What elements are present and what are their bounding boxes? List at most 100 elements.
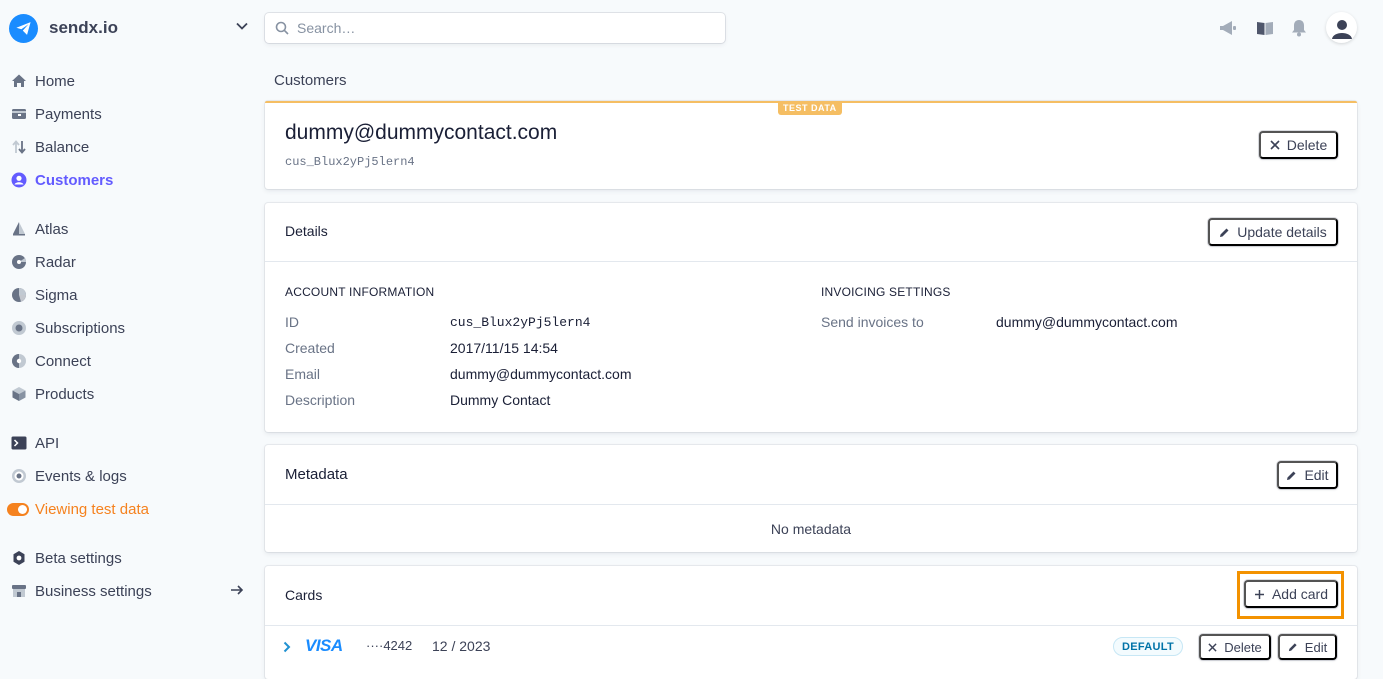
id-value: cus_Blux2yPj5lern4 [450,315,591,330]
sidebar-item-api[interactable]: API [10,431,59,455]
created-label: Created [285,340,335,356]
bell-icon[interactable] [1288,17,1310,39]
storefront-icon [10,583,27,600]
sidebar-item-label: API [35,434,60,452]
default-badge: DEFAULT [1113,637,1184,656]
sidebar-item-label: Beta settings [35,549,122,567]
metadata-card: Metadata Edit No metadata [265,445,1357,552]
search-box[interactable] [265,13,725,43]
cards-card: Cards Add card VISA ····4242 12 / 2023 D… [265,566,1357,679]
arrow-right-icon[interactable] [230,583,244,600]
delete-label: Delete [1224,639,1262,655]
radar-icon [10,254,27,271]
account-information-heading: ACCOUNT INFORMATION [285,285,435,299]
page-title: dummy@dummycontact.com [285,121,558,144]
edit-card-button[interactable]: Edit [1278,634,1337,660]
sidebar-item-subscriptions[interactable]: Subscriptions [10,316,125,340]
sidebar-item-label: Radar [35,253,76,271]
card-expiry: 12 / 2023 [432,638,491,654]
paper-plane-icon [9,13,38,43]
created-value: 2017/11/15 14:54 [450,340,558,356]
pencil-icon [1288,642,1298,652]
sidebar-item-connect[interactable]: Connect [10,349,91,373]
events-icon [10,468,27,485]
sidebar-item-home[interactable]: Home [10,69,75,93]
sidebar-item-events-logs[interactable]: Events & logs [10,464,127,488]
gear-icon [10,550,27,567]
breadcrumb[interactable]: Customers [274,72,347,89]
sidebar-item-label: Customers [35,171,114,189]
sigma-pie-icon [10,287,27,304]
id-label: ID [285,314,299,330]
sidebar-item-label: Atlas [35,220,69,238]
customer-icon [10,172,27,189]
invoicing-settings-heading: INVOICING SETTINGS [821,285,951,299]
wallet-icon [10,106,27,123]
edit-label: Edit [1304,639,1328,655]
delete-card-button[interactable]: Delete [1199,634,1271,660]
update-details-button[interactable]: Update details [1208,218,1338,246]
divider [265,261,1357,262]
customer-header-card: TEST DATA dummy@dummycontact.com cus_Blu… [265,101,1357,189]
card-last4: ····4242 [366,638,413,653]
sidebar-item-atlas[interactable]: Atlas [10,217,68,241]
email-label: Email [285,366,321,382]
chevron-down-icon [235,19,249,36]
sidebar-item-beta-settings[interactable]: Beta settings [10,546,122,570]
sail-icon [10,221,27,238]
home-icon [10,73,27,90]
book-icon[interactable] [1254,17,1276,39]
add-card-highlight [1237,571,1344,619]
sidebar-item-label: Balance [35,138,90,156]
details-card: Details Update details ACCOUNT INFORMATI… [265,203,1357,432]
sidebar-item-products[interactable]: Products [10,382,94,406]
megaphone-icon[interactable] [1217,17,1239,39]
send-invoices-label: Send invoices to [821,314,924,330]
customer-id: cus_Blux2yPj5lern4 [285,155,415,169]
subscription-icon [10,320,27,337]
box-icon [10,386,27,403]
search-input[interactable] [297,20,697,36]
divider [265,625,1357,626]
toggle-switch[interactable] [7,502,29,516]
test-data-toggle[interactable]: Viewing test data [7,497,149,521]
sidebar-item-label: Events & logs [35,467,127,485]
close-icon [1208,642,1217,652]
delete-label: Delete [1286,137,1328,153]
sidebar-item-label: Products [35,385,95,403]
sidebar-item-label: Business settings [35,582,152,600]
details-title: Details [285,223,328,239]
description-label: Description [285,392,356,408]
sidebar-item-sigma[interactable]: Sigma [10,283,78,307]
brand-name: sendx.io [49,18,118,37]
sidebar: sendx.io Home Payments Balance Customers… [0,0,265,679]
no-metadata-text: No metadata [770,521,852,537]
terminal-icon [10,435,27,452]
update-details-label: Update details [1237,224,1327,240]
sidebar-item-label: Subscriptions [35,319,126,337]
send-invoices-value: dummy@dummycontact.com [996,314,1178,330]
edit-metadata-button[interactable]: Edit [1277,461,1338,489]
sidebar-item-customers[interactable]: Customers [10,168,113,192]
sidebar-item-business-settings[interactable]: Business settings [10,579,152,603]
sidebar-item-label: Viewing test data [35,500,149,518]
metadata-title: Metadata [285,466,348,483]
cards-title: Cards [285,587,323,603]
account-switcher[interactable]: sendx.io [9,13,249,43]
pencil-icon [1286,470,1297,481]
sidebar-item-balance[interactable]: Balance [10,135,89,159]
test-data-badge: TEST DATA [778,101,842,115]
delete-customer-button[interactable]: Delete [1259,131,1338,159]
sidebar-item-radar[interactable]: Radar [10,250,76,274]
sidebar-item-label: Connect [35,352,91,370]
sidebar-item-payments[interactable]: Payments [10,102,102,126]
user-avatar-icon[interactable] [1326,12,1357,43]
sidebar-item-label: Sigma [35,286,78,304]
visa-logo: VISA [305,636,343,655]
edit-label: Edit [1304,467,1329,483]
divider [265,504,1357,505]
search-icon [275,21,289,35]
balance-arrows-icon [10,139,27,156]
description-value: Dummy Contact [450,392,551,408]
chevron-right-icon[interactable] [282,640,292,656]
